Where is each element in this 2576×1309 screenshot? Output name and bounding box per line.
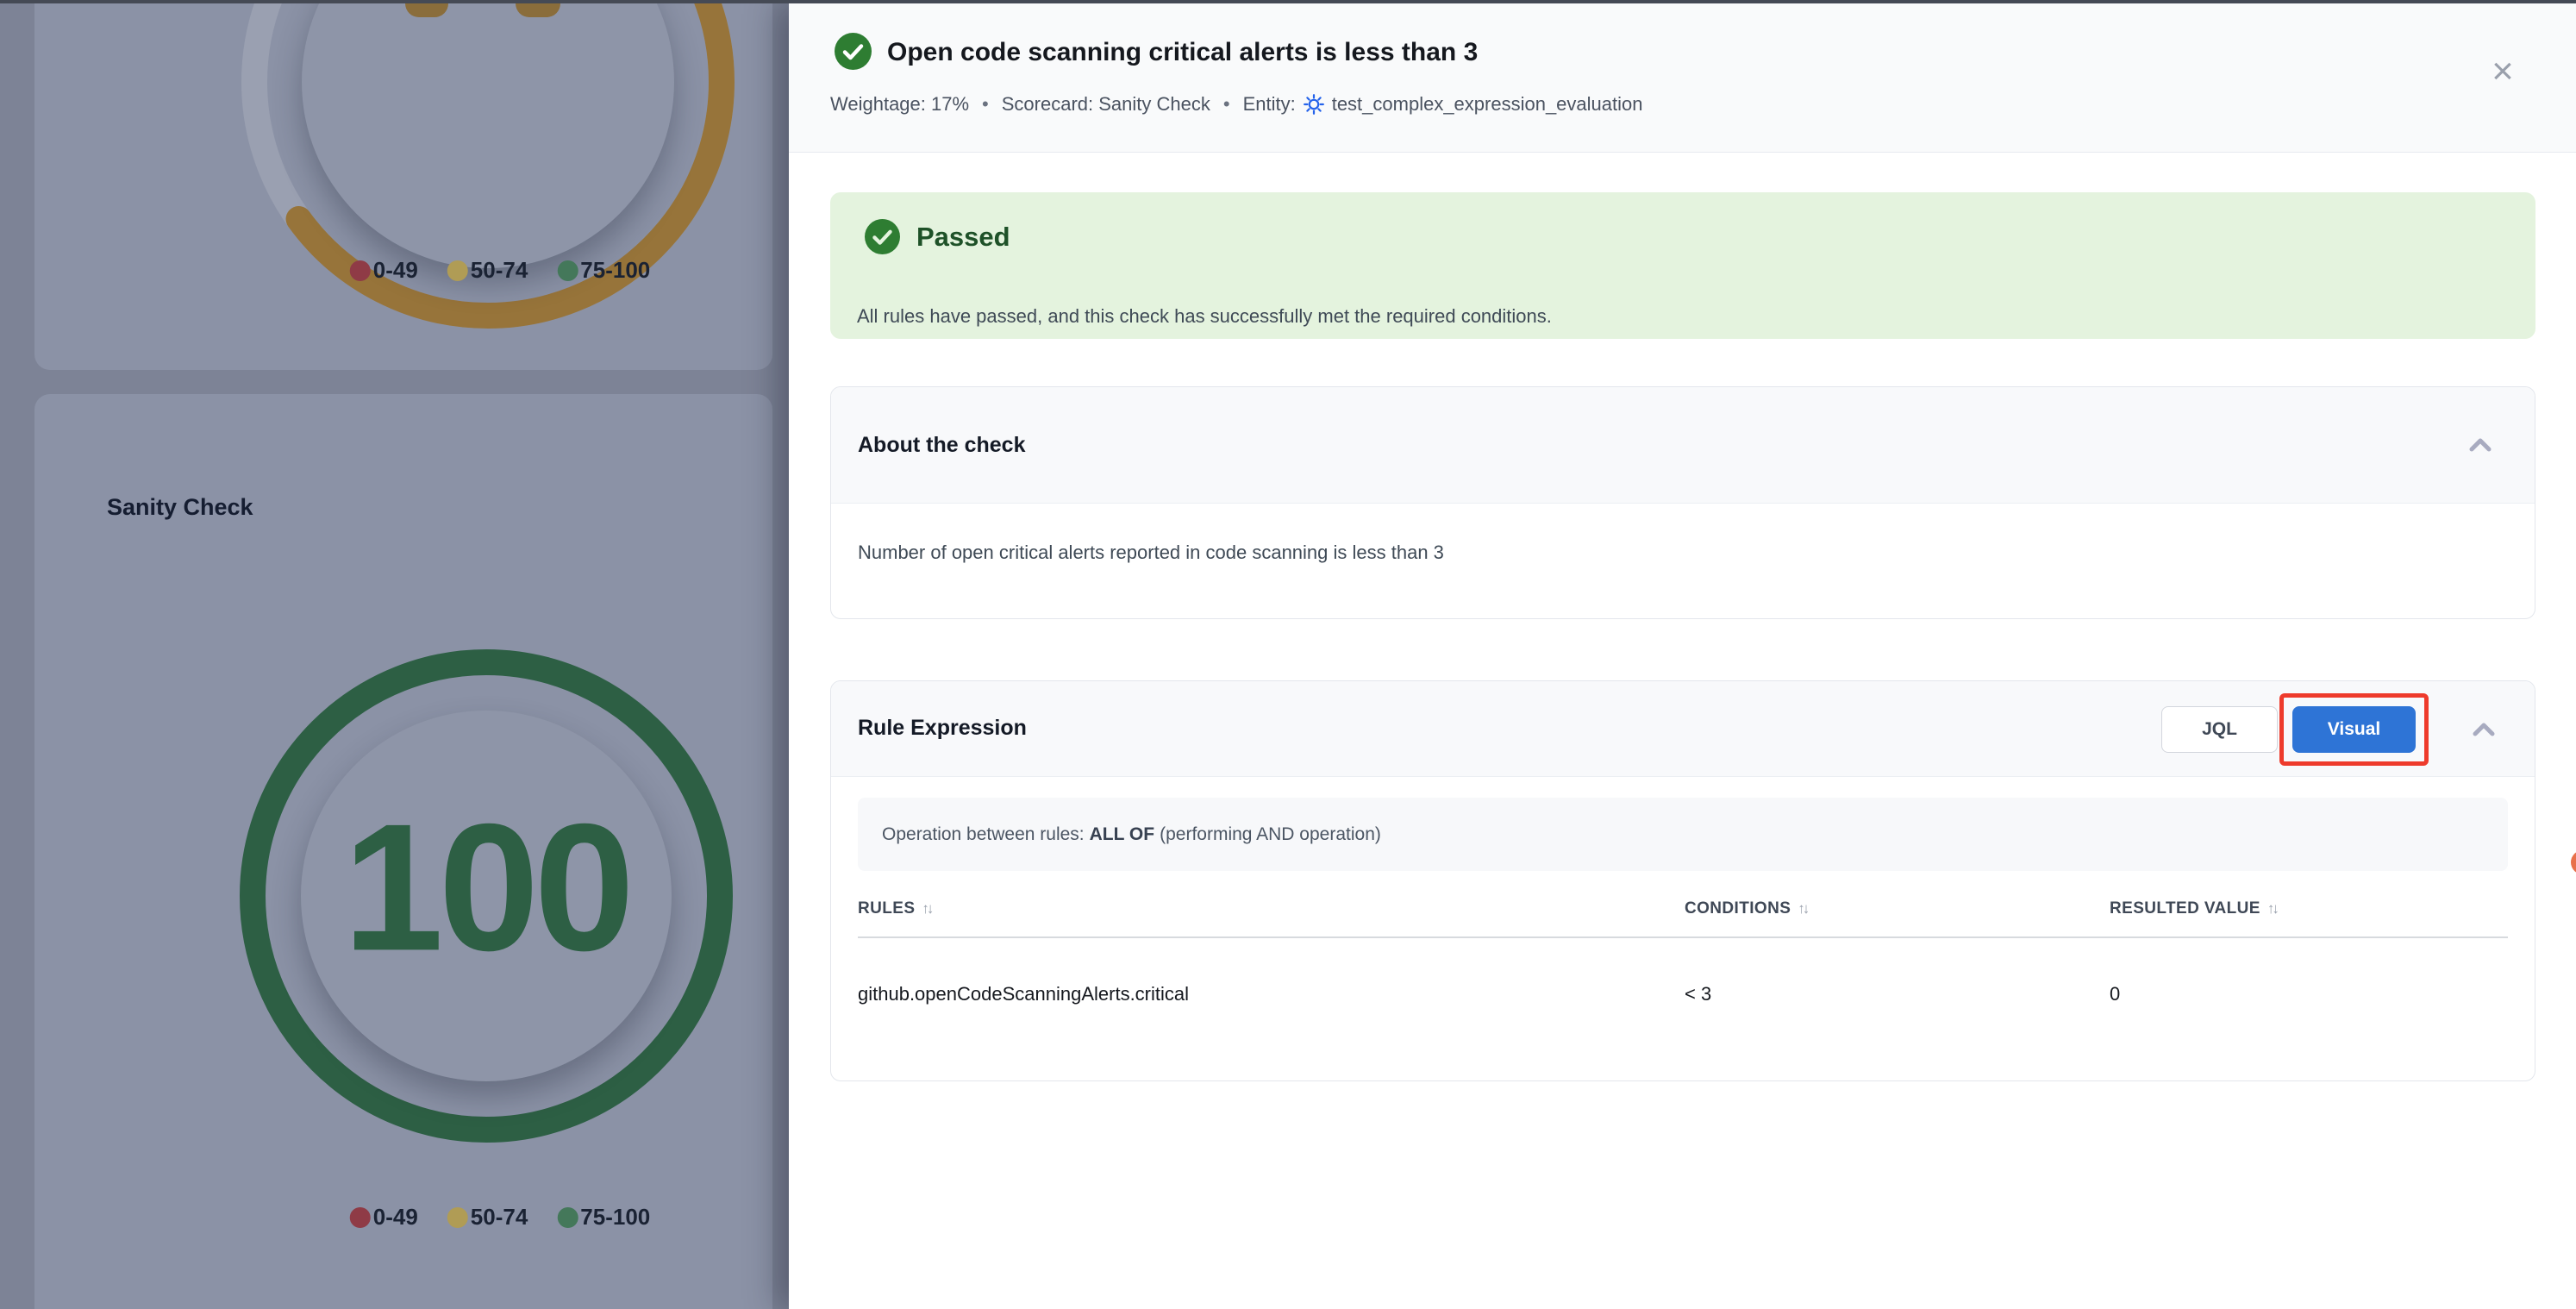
- sort-icon[interactable]: ↑↓: [1798, 900, 1807, 918]
- legend-item: 50-74: [447, 1204, 528, 1231]
- rule-expression-card: Rule Expression JQL Visual Operation bet…: [830, 680, 2535, 1081]
- legend-item: 50-74: [447, 257, 528, 284]
- panel-meta: Weightage: 17% • Scorecard: Sanity Check…: [830, 93, 1642, 116]
- column-label: CONDITIONS: [1685, 899, 1791, 918]
- entity-label: Entity:: [1243, 93, 1296, 116]
- resulted-value-cell: 0: [2110, 983, 2535, 1005]
- scorecard-card-sanity-check: Sanity Check 100 0-49 50-74 75-100: [34, 394, 772, 1309]
- column-header-conditions[interactable]: CONDITIONS ↑↓: [1685, 899, 2110, 918]
- panel-header: Open code scanning critical alerts is le…: [789, 3, 2576, 153]
- rule-expression-title: Rule Expression: [858, 716, 1027, 741]
- legend-label: 75-100: [580, 1204, 650, 1231]
- operation-operator: ALL OF: [1090, 824, 1154, 845]
- visual-button-highlight-box: Visual: [2279, 693, 2429, 766]
- rule-expression-header: Rule Expression JQL Visual: [831, 681, 2535, 777]
- legend-item: 75-100: [557, 257, 650, 284]
- scorecard-text: Scorecard: Sanity Check: [1002, 93, 1210, 116]
- score-range-legend: 0-49 50-74 75-100: [350, 1204, 651, 1231]
- chevron-up-icon[interactable]: [2471, 720, 2497, 739]
- legend-label: 50-74: [471, 1204, 528, 1231]
- visual-toggle-button[interactable]: Visual: [2292, 706, 2416, 753]
- jql-toggle-button[interactable]: JQL: [2161, 706, 2278, 753]
- legend-item: 0-49: [350, 1204, 418, 1231]
- partial-score-digit: [516, 3, 560, 17]
- window-top-bar: [0, 0, 2576, 3]
- legend-label: 75-100: [580, 257, 650, 284]
- legend-dot-red: [350, 1207, 371, 1228]
- rules-table-header: RULES ↑↓ CONDITIONS ↑↓ RESULTED VALUE ↑↓: [831, 890, 2535, 928]
- entity-name: test_complex_expression_evaluation: [1332, 93, 1643, 116]
- legend-item: 0-49: [350, 257, 418, 284]
- check-passed-icon: [835, 33, 872, 70]
- operation-suffix: (performing AND operation): [1160, 824, 1381, 845]
- screen: 0-49 50-74 75-100 Sanity Check 100: [0, 0, 2576, 1309]
- entity-ref[interactable]: Entity: test_complex_expression_evaluati…: [1243, 93, 1643, 116]
- sort-icon[interactable]: ↑↓: [922, 900, 931, 918]
- bullet-separator: •: [982, 93, 989, 116]
- rule-name-cell: github.openCodeScanningAlerts.critical: [858, 983, 1685, 1005]
- close-icon[interactable]: ×: [2483, 52, 2523, 91]
- legend-label: 0-49: [373, 257, 418, 284]
- condition-cell: < 3: [1685, 983, 2110, 1005]
- about-check-text: Number of open critical alerts reported …: [858, 542, 1444, 563]
- legend-label: 50-74: [471, 257, 528, 284]
- operation-note: Operation between rules: ALL OF (perform…: [858, 798, 2508, 871]
- check-passed-icon: [865, 219, 900, 254]
- status-description: All rules have passed, and this check ha…: [857, 305, 1552, 328]
- gear-icon: [1303, 93, 1325, 116]
- weightage-text: Weightage: 17%: [830, 93, 969, 116]
- legend-dot-green: [557, 260, 578, 281]
- score-range-legend: 0-49 50-74 75-100: [350, 257, 651, 284]
- legend-dot-green: [557, 1207, 578, 1228]
- about-check-title: About the check: [858, 433, 1025, 458]
- chevron-up-icon[interactable]: [2467, 435, 2493, 454]
- about-check-header[interactable]: About the check: [831, 387, 2535, 504]
- column-label: RESULTED VALUE: [2110, 899, 2260, 918]
- legend-label: 0-49: [373, 1204, 418, 1231]
- gauge-score-value: 100: [301, 783, 672, 992]
- column-header-rules[interactable]: RULES ↑↓: [858, 899, 1685, 918]
- column-label: RULES: [858, 899, 915, 918]
- legend-item: 75-100: [557, 1204, 650, 1231]
- status-title: Passed: [916, 222, 1010, 253]
- about-check-card: About the check Number of open critical …: [830, 386, 2535, 619]
- panel-title: Open code scanning critical alerts is le…: [887, 38, 1478, 67]
- status-banner-passed: Passed All rules have passed, and this c…: [830, 192, 2535, 339]
- legend-dot-gold: [447, 1207, 468, 1228]
- rule-expression-actions: JQL Visual: [2161, 681, 2497, 777]
- table-row: github.openCodeScanningAlerts.critical <…: [831, 938, 2535, 1005]
- operation-prefix: Operation between rules:: [882, 824, 1085, 845]
- gauge-inner-disc: 100: [301, 711, 672, 1081]
- sort-icon[interactable]: ↑↓: [2267, 900, 2277, 918]
- dimmed-dashboard-background: 0-49 50-74 75-100 Sanity Check 100: [0, 0, 789, 1309]
- about-check-body: Number of open critical alerts reported …: [831, 504, 2535, 564]
- banner-head: Passed: [865, 219, 1010, 254]
- column-header-resulted-value[interactable]: RESULTED VALUE ↑↓: [2110, 899, 2535, 918]
- rules-table: RULES ↑↓ CONDITIONS ↑↓ RESULTED VALUE ↑↓…: [831, 890, 2535, 1005]
- scorecard-title: Sanity Check: [107, 494, 253, 521]
- legend-dot-gold: [447, 260, 468, 281]
- bullet-separator: •: [1223, 93, 1230, 116]
- scorecard-card-partial: 0-49 50-74 75-100: [34, 3, 772, 370]
- check-detail-panel: Open code scanning critical alerts is le…: [789, 3, 2576, 1309]
- legend-dot-red: [350, 260, 371, 281]
